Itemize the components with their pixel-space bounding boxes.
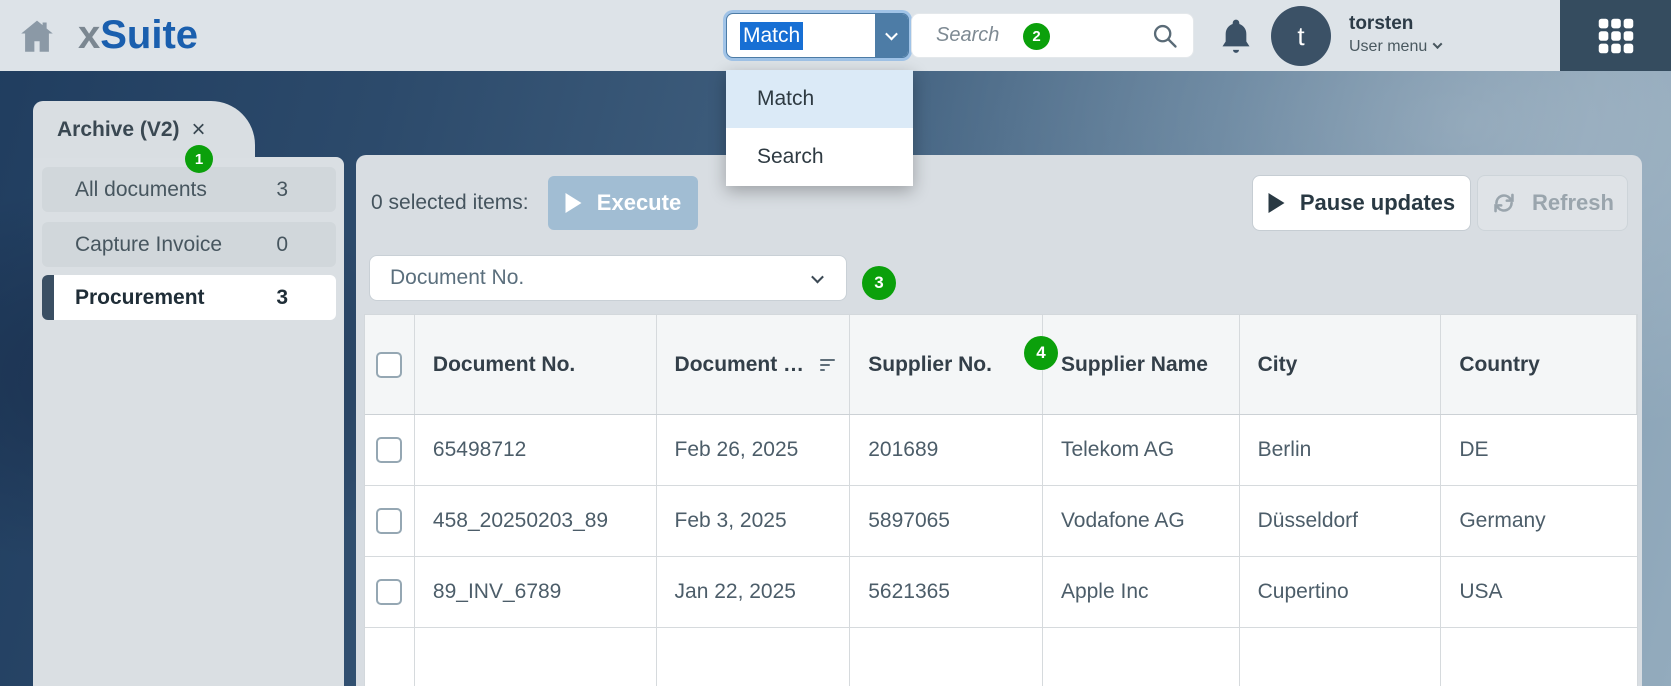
- sidebar: All documents 3 Capture Invoice 0 Procur…: [33, 157, 344, 686]
- table-row[interactable]: 458_20250203_89 Feb 3, 2025 5897065 Voda…: [365, 486, 1637, 557]
- table-row[interactable]: 89_INV_6789 Jan 22, 2025 5621365 Apple I…: [365, 557, 1637, 628]
- filter-icon[interactable]: [820, 358, 836, 371]
- cell-supplier-no: 5621365: [850, 557, 1043, 627]
- search-field[interactable]: 2: [911, 13, 1194, 58]
- cell-document-date: Feb 26, 2025: [657, 415, 851, 485]
- sidebar-item-count: 0: [276, 232, 288, 256]
- play-icon: [565, 193, 582, 213]
- user-menu[interactable]: torsten User menu: [1349, 13, 1443, 56]
- annotation-badge-4: 4: [1024, 336, 1058, 370]
- user-name: torsten: [1349, 13, 1414, 34]
- sidebar-item-label: All documents: [75, 177, 207, 201]
- cell-supplier-name: Telekom AG: [1043, 415, 1240, 485]
- chevron-down-icon: [1432, 39, 1443, 50]
- xsuite-logo: xSuite: [78, 13, 198, 58]
- close-icon[interactable]: ×: [192, 117, 206, 142]
- column-header-city[interactable]: City: [1240, 315, 1442, 414]
- app-header: xSuite Match 2 t torsten: [0, 0, 1671, 71]
- table-empty-row: [365, 628, 1637, 686]
- menu-item-search[interactable]: Search: [726, 128, 913, 186]
- avatar-initial: t: [1297, 20, 1305, 51]
- annotation-badge-3: 3: [862, 266, 896, 300]
- annotation-badge-1: 1: [185, 145, 213, 173]
- search-icon[interactable]: [1151, 22, 1179, 50]
- column-header-country[interactable]: Country: [1441, 315, 1637, 414]
- logo-x: x: [78, 13, 101, 57]
- chevron-down-icon: [811, 270, 824, 283]
- user-menu-label: User menu: [1349, 38, 1428, 55]
- cell-document-no: 89_INV_6789: [415, 557, 657, 627]
- search-scope-value: Match: [740, 21, 804, 50]
- chevron-down-icon[interactable]: [875, 14, 908, 57]
- logo-suite: Suite: [100, 13, 199, 57]
- main-panel: 0 selected items: Execute Pause updates …: [356, 155, 1642, 686]
- execute-label: Execute: [596, 190, 682, 215]
- table-header-row: Document No. Document … Supplier No. Sup…: [365, 315, 1637, 415]
- row-checkbox[interactable]: [376, 579, 403, 605]
- apps-grid-icon: [1598, 18, 1633, 53]
- pause-updates-button[interactable]: Pause updates: [1252, 175, 1471, 231]
- cell-document-date: Jan 22, 2025: [657, 557, 851, 627]
- column-header-supplier-no[interactable]: Supplier No.: [850, 315, 1043, 414]
- search-input[interactable]: [936, 14, 1016, 57]
- cell-supplier-name: Apple Inc: [1043, 557, 1240, 627]
- sidebar-item-label: Procurement: [75, 285, 205, 309]
- notifications-bell-icon[interactable]: [1216, 15, 1256, 57]
- table-row[interactable]: 65498712 Feb 26, 2025 201689 Telekom AG …: [365, 415, 1637, 486]
- refresh-icon: [1494, 193, 1514, 213]
- cell-supplier-name: Vodafone AG: [1043, 486, 1240, 556]
- cell-country: DE: [1459, 438, 1489, 461]
- sidebar-item-label: Capture Invoice: [75, 232, 223, 256]
- execute-button[interactable]: Execute: [548, 176, 698, 230]
- pause-updates-label: Pause updates: [1299, 190, 1456, 215]
- cell-country: Germany: [1459, 509, 1546, 532]
- home-icon[interactable]: [16, 15, 58, 57]
- annotation-badge-2: 2: [1023, 23, 1050, 50]
- row-checkbox[interactable]: [376, 508, 403, 534]
- column-header-supplier-name[interactable]: Supplier Name: [1043, 315, 1240, 414]
- selected-items-text: 0 selected items:: [371, 191, 529, 214]
- documents-table: Document No. Document … Supplier No. Sup…: [364, 314, 1638, 686]
- apps-grid-button[interactable]: [1560, 0, 1671, 71]
- sidebar-item-procurement[interactable]: Procurement 3: [42, 275, 336, 320]
- menu-item-match[interactable]: Match: [726, 70, 913, 128]
- column-header-document-date[interactable]: Document …: [657, 315, 851, 414]
- cell-document-no: 65498712: [415, 415, 657, 485]
- scope-dropdown-menu: Match Search: [726, 70, 913, 186]
- tab-archive-v2[interactable]: Archive (V2) ×: [33, 101, 255, 158]
- select-all-checkbox[interactable]: [376, 351, 403, 378]
- column-header-document-no[interactable]: Document No.: [415, 315, 657, 414]
- app-window: xSuite Match 2 t torsten: [0, 0, 1671, 686]
- row-checkbox[interactable]: [376, 437, 403, 463]
- sidebar-item-count: 3: [276, 285, 288, 309]
- cell-country: USA: [1459, 580, 1503, 603]
- user-avatar[interactable]: t: [1271, 6, 1331, 66]
- refresh-button[interactable]: Refresh: [1477, 175, 1628, 231]
- cell-document-no: 458_20250203_89: [415, 486, 657, 556]
- sidebar-item-count: 3: [276, 177, 288, 201]
- tab-label: Archive (V2): [57, 117, 180, 141]
- sidebar-item-all-documents[interactable]: All documents 3: [42, 167, 336, 212]
- refresh-label: Refresh: [1532, 190, 1614, 215]
- cell-document-date: Feb 3, 2025: [657, 486, 851, 556]
- sidebar-item-capture-invoice[interactable]: Capture Invoice 0: [42, 222, 336, 267]
- cell-supplier-no: 201689: [850, 415, 1043, 485]
- cell-city: Cupertino: [1240, 557, 1442, 627]
- column-filter-value: Document No.: [390, 266, 525, 289]
- search-scope-select[interactable]: Match: [726, 13, 909, 58]
- cell-city: Düsseldorf: [1240, 486, 1442, 556]
- cell-city: Berlin: [1240, 415, 1442, 485]
- play-icon: [1268, 193, 1285, 213]
- column-filter-select[interactable]: Document No.: [369, 255, 847, 301]
- cell-supplier-no: 5897065: [850, 486, 1043, 556]
